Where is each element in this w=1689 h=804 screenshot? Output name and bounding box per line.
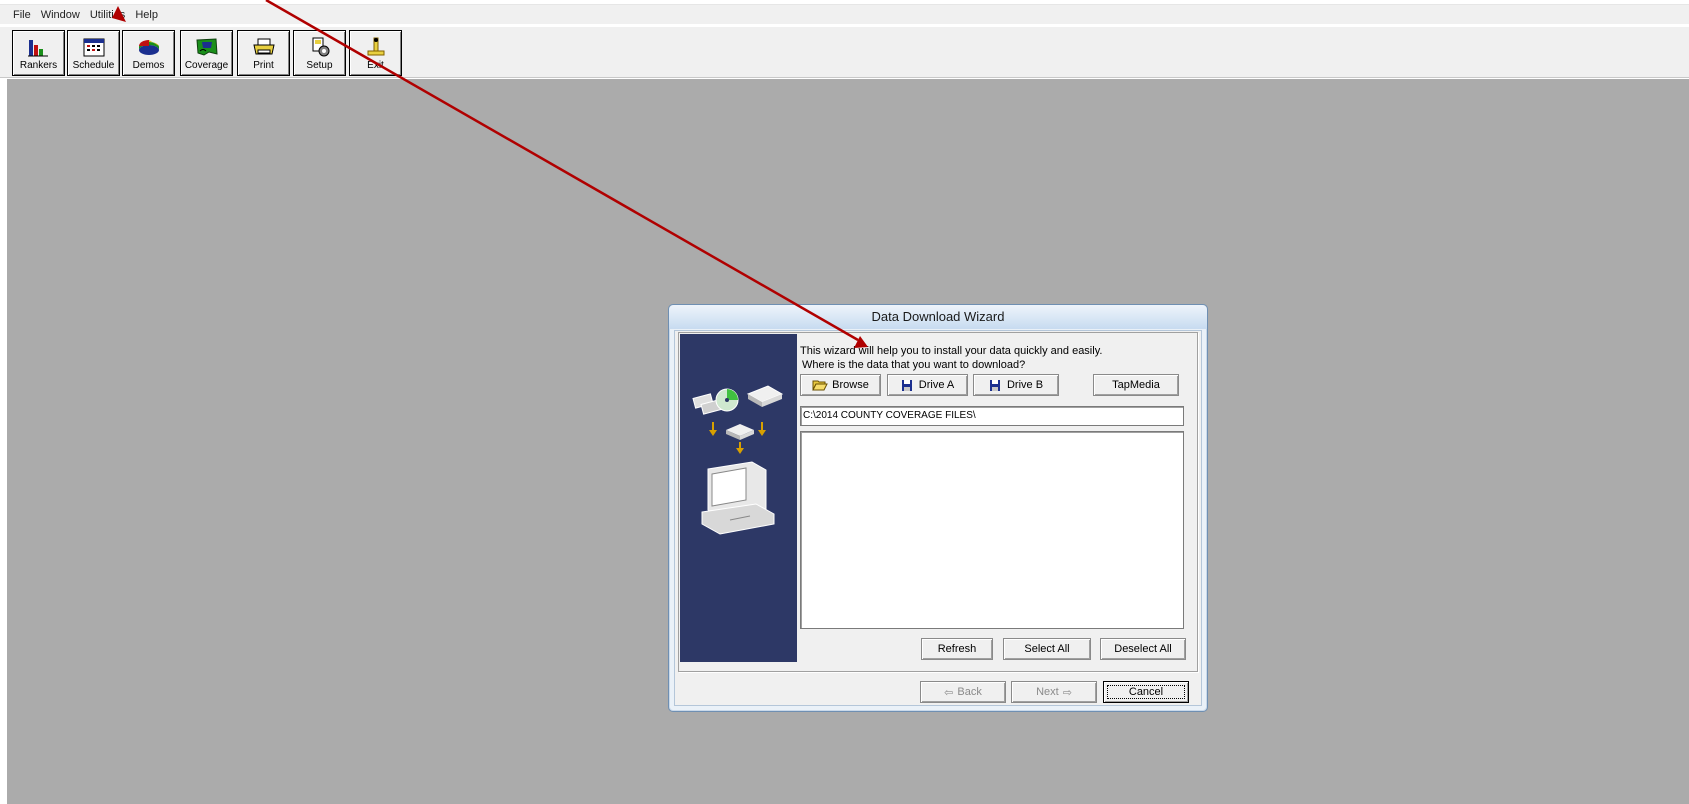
cancel-label: Cancel — [1128, 686, 1164, 698]
drive-b-button[interactable]: Drive B — [973, 374, 1059, 396]
coverage-label: Coverage — [184, 60, 229, 71]
dialog-title: Data Download Wizard — [669, 305, 1207, 329]
exit-label: Exit — [367, 60, 384, 71]
rankers-label: Rankers — [19, 60, 58, 71]
menu-bar: File Window Utilities Help — [0, 4, 1689, 24]
select-all-label: Select All — [1024, 643, 1070, 655]
print-icon — [252, 38, 275, 55]
setup-icon — [312, 37, 329, 57]
intro-text: This wizard will help you to install you… — [800, 345, 1103, 357]
file-list[interactable] — [800, 431, 1184, 629]
next-arrow-icon: ⇨ — [1062, 686, 1072, 699]
folder-open-icon — [812, 380, 828, 391]
back-arrow-icon: ⇦ — [944, 686, 954, 699]
tapmedia-label: TapMedia — [1112, 379, 1160, 391]
demos-button[interactable]: Demos — [122, 30, 175, 76]
menu-window[interactable]: Window — [36, 9, 85, 21]
print-label: Print — [253, 60, 274, 71]
next-button[interactable]: Next ⇨ — [1011, 681, 1097, 703]
refresh-button[interactable]: Refresh — [921, 638, 993, 660]
coverage-button[interactable]: Coverage — [180, 30, 233, 76]
exit-button[interactable]: Exit — [349, 30, 402, 76]
menu-utilities[interactable]: Utilities — [85, 9, 130, 21]
refresh-label: Refresh — [937, 643, 977, 655]
coverage-icon — [195, 38, 218, 56]
schedule-icon — [83, 38, 104, 57]
deselect-all-button[interactable]: Deselect All — [1100, 638, 1186, 660]
deselect-all-label: Deselect All — [1114, 643, 1172, 655]
path-field[interactable]: C:\2014 COUNTY COVERAGE FILES\ — [800, 406, 1184, 426]
schedule-label: Schedule — [72, 60, 115, 71]
demos-label: Demos — [132, 60, 165, 71]
browse-label: Browse — [832, 379, 869, 391]
dialog-body: This wizard will help you to install you… — [674, 330, 1202, 706]
setup-button[interactable]: Setup — [293, 30, 346, 76]
question-text: Where is the data that you want to downl… — [802, 359, 1026, 371]
floppy-disk-icon — [901, 379, 912, 391]
back-button[interactable]: ⇦ Back — [920, 681, 1006, 703]
next-label: Next — [1036, 686, 1059, 698]
floppy-disk-icon — [989, 379, 1000, 391]
download-illustration-icon — [692, 385, 784, 535]
browse-button[interactable]: Browse — [800, 374, 881, 396]
schedule-button[interactable]: Schedule — [67, 30, 120, 76]
cancel-button[interactable]: Cancel — [1103, 681, 1189, 703]
data-download-wizard-dialog: Data Download Wizard This wizard will he… — [668, 304, 1208, 712]
drive-b-label: Drive B — [1006, 379, 1044, 391]
rankers-icon — [27, 40, 48, 57]
demos-icon — [138, 40, 159, 55]
back-label: Back — [957, 686, 982, 698]
menu-file[interactable]: File — [8, 9, 36, 21]
setup-label: Setup — [306, 60, 333, 71]
wizard-side-panel — [680, 334, 797, 662]
menu-help[interactable]: Help — [130, 9, 163, 21]
tapmedia-button[interactable]: TapMedia — [1093, 374, 1179, 396]
drive-a-button[interactable]: Drive A — [887, 374, 968, 396]
exit-icon — [367, 37, 384, 56]
rankers-button[interactable]: Rankers — [12, 30, 65, 76]
toolbar: Rankers Schedule Demos Coverage Print Se… — [0, 26, 1689, 78]
drive-a-label: Drive A — [918, 379, 955, 391]
print-button[interactable]: Print — [237, 30, 290, 76]
select-all-button[interactable]: Select All — [1003, 638, 1091, 660]
